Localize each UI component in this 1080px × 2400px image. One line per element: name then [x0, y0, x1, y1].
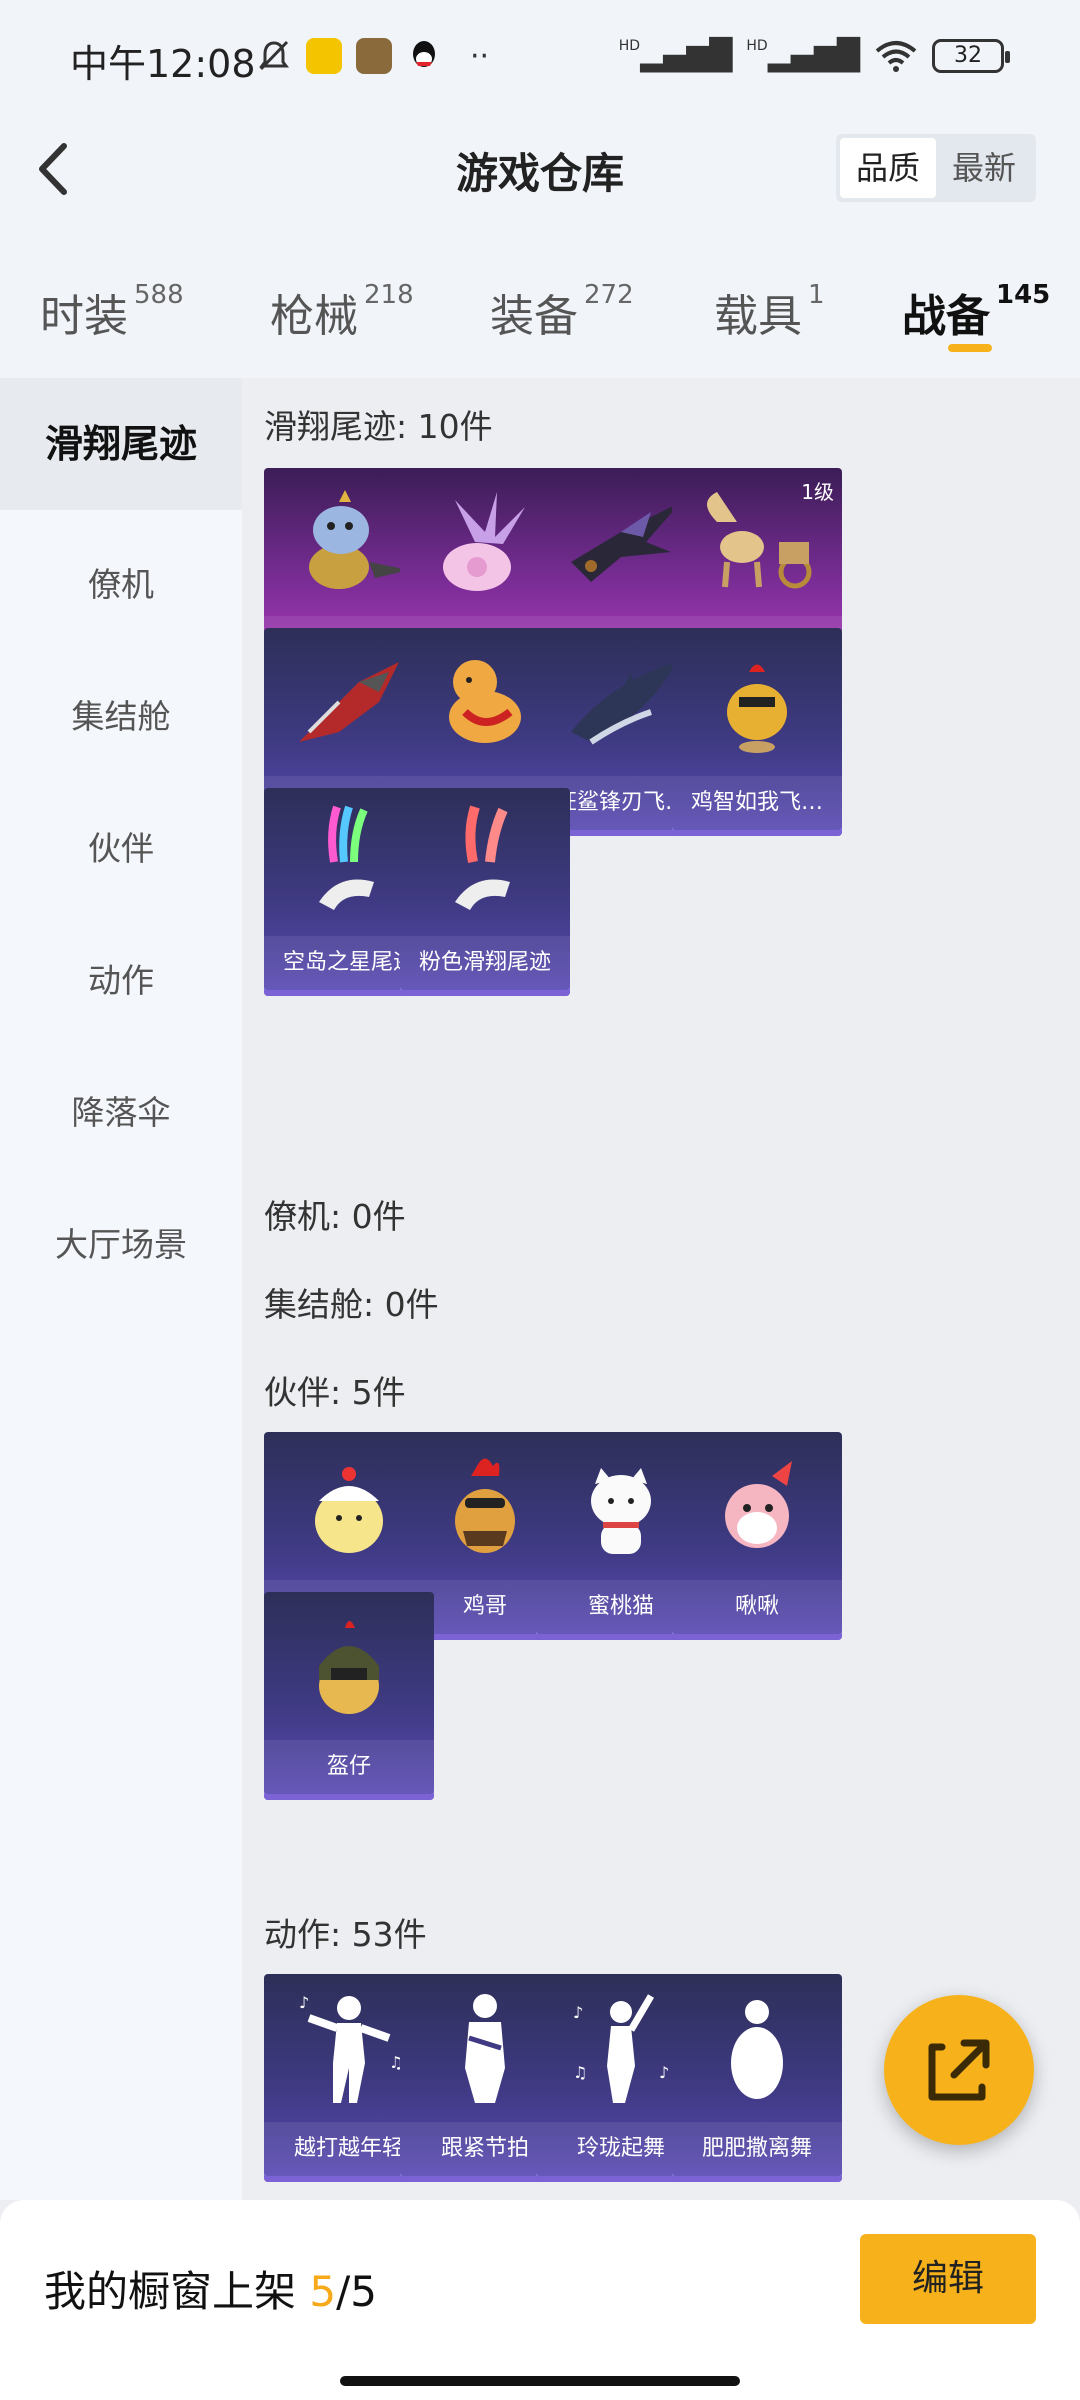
- item-name: 盔仔: [264, 1740, 434, 1794]
- hd-label-1: HD: [618, 38, 641, 54]
- sort-toggle: 品质 最新: [835, 134, 1036, 202]
- pink-trail-icon: [455, 805, 510, 910]
- sort-quality-option[interactable]: 品质: [839, 138, 936, 198]
- tab-battle-prep[interactable]: 战备 145: [902, 280, 1050, 344]
- candy-glider-icon: [443, 492, 525, 591]
- svg-text:♪: ♪: [659, 2063, 669, 2082]
- tab-label: 时装: [40, 291, 128, 342]
- sidebar-item-wingman[interactable]: 僚机: [0, 558, 242, 606]
- sidebar-item-emote[interactable]: 动作: [0, 954, 242, 1002]
- item-card[interactable]: 啾啾: [672, 1432, 842, 1640]
- chubby-dance-emote-icon: [731, 2000, 783, 2099]
- svg-text:♪: ♪: [299, 1993, 309, 2012]
- battery-icon: 32: [932, 38, 1010, 73]
- sidebar-item-partner[interactable]: 伙伴: [0, 822, 242, 870]
- item-card[interactable]: 盔仔: [264, 1592, 434, 1800]
- hd-label-2: HD: [746, 38, 768, 54]
- item-card[interactable]: 肥肥撒离舞: [672, 1974, 842, 2182]
- item-card[interactable]: 粉色滑翔尾迹: [400, 788, 570, 996]
- sidebar-item-glide-trail[interactable]: 滑翔尾迹: [0, 378, 242, 510]
- rooster-partner-icon: [455, 1458, 515, 1553]
- tab-count: 145: [996, 280, 1051, 310]
- signal-1-icon: HD▂▄▆█: [618, 38, 733, 73]
- sidebar: 滑翔尾迹 僚机 集结舱 伙伴 动作 降落伞 大厅场景: [0, 378, 242, 2200]
- svg-text:♪: ♪: [573, 2003, 583, 2022]
- status-time: 中午12:08: [70, 42, 256, 86]
- chick-partner-icon: [315, 1467, 383, 1553]
- flame-glider-icon: [299, 662, 399, 742]
- dance-emote-icon: ♪♫: [299, 1993, 403, 2103]
- sidebar-item-lobby-scene[interactable]: 大厅场景: [0, 1218, 242, 1266]
- share-out-icon: [928, 2039, 990, 2101]
- status-notification-icons: ··: [256, 38, 489, 74]
- tab-vehicles[interactable]: 载具 1: [714, 280, 825, 344]
- tab-count: 218: [364, 280, 414, 310]
- active-tab-indicator: [948, 344, 992, 352]
- item-name: 肥肥撒离舞: [672, 2122, 842, 2176]
- item-name: 啾啾: [672, 1580, 842, 1634]
- tab-label: 装备: [490, 291, 578, 342]
- chicken-glider-icon: [727, 664, 787, 753]
- section-title-pod: 集结舱: 0件: [264, 1285, 439, 1324]
- more-notifications-icon: ··: [470, 38, 490, 74]
- section-title-glide: 滑翔尾迹: 10件: [264, 407, 493, 446]
- section-title-wingman: 僚机: 0件: [264, 1197, 406, 1236]
- shelf-total-count: /5: [336, 2267, 377, 2316]
- sidebar-item-pod[interactable]: 集结舱: [0, 690, 242, 738]
- shelf-label: 我的橱窗上架: [44, 2267, 310, 2316]
- tab-label: 枪械: [270, 291, 358, 342]
- lucky-horse-glider-icon: [449, 660, 521, 743]
- rainbow-trail-icon: [319, 805, 374, 910]
- sidebar-item-parachute[interactable]: 降落伞: [0, 1086, 242, 1134]
- sort-newest-option[interactable]: 最新: [936, 138, 1032, 198]
- tab-weapons[interactable]: 枪械 218: [270, 280, 414, 344]
- header: 游戏仓库 品质 最新: [0, 110, 1080, 226]
- wifi-icon: [875, 40, 917, 72]
- tab-count: 1: [808, 280, 825, 310]
- section-title-emote: 动作: 53件: [264, 1915, 427, 1954]
- category-tabs: 时装 588 枪械 218 装备 272 载具 1 战备 145: [0, 226, 1080, 378]
- svg-text:♫: ♫: [573, 2063, 587, 2082]
- fist-glider-icon: [309, 490, 409, 589]
- status-bar: 中午12:08 ·· HD▂▄▆█ HD▂▄▆█ 32: [0, 0, 1080, 110]
- home-indicator[interactable]: [340, 2376, 740, 2386]
- tab-equipment[interactable]: 装备 272: [490, 280, 634, 344]
- tab-fashion[interactable]: 时装 588: [40, 280, 184, 344]
- shelf-status: 我的橱窗上架 5/5: [44, 2258, 377, 2319]
- section-title-partner: 伙伴: 5件: [264, 1373, 406, 1412]
- pegasus-chariot-icon: [707, 492, 812, 589]
- tab-label: 载具: [714, 291, 802, 342]
- app-notification-icon: [306, 38, 342, 74]
- tab-count: 272: [584, 280, 634, 310]
- tab-label: 战备: [902, 291, 990, 342]
- bird-partner-icon: [725, 1461, 792, 1548]
- item-name: 鸡智如我飞…: [672, 776, 842, 830]
- status-system-icons: HD▂▄▆█ HD▂▄▆█ 32: [618, 38, 1010, 73]
- peach-cat-partner-icon: [591, 1468, 651, 1554]
- edit-button[interactable]: 编辑: [860, 2234, 1036, 2324]
- tab-count: 588: [134, 280, 184, 310]
- bottom-bar: 我的橱窗上架 5/5 编辑: [0, 2200, 1080, 2400]
- signal-2-icon: HD▂▄▆█: [746, 38, 860, 73]
- share-button[interactable]: [884, 1995, 1034, 2145]
- beat-emote-icon: [465, 1994, 505, 2103]
- shelf-used-count: 5: [309, 2267, 337, 2316]
- game-notification-icon: [356, 38, 392, 74]
- item-list: 滑翔尾迹: 10件 极意拳锋飞… 炫彩糖果飞… 繁龙极客飞… 1级 沙丘之主天马…: [242, 378, 1080, 2200]
- helmet-partner-icon: [319, 1621, 379, 1714]
- bell-muted-icon: [259, 40, 289, 71]
- graceful-dance-emote-icon: ♪ ♫ ♪: [573, 1994, 669, 2103]
- item-name: 粉色滑翔尾迹: [400, 936, 570, 990]
- dragon-glider-icon: [571, 502, 681, 582]
- qq-icon: [413, 41, 435, 67]
- shark-glider-icon: [571, 662, 676, 745]
- item-card[interactable]: 鸡智如我飞…: [672, 628, 842, 836]
